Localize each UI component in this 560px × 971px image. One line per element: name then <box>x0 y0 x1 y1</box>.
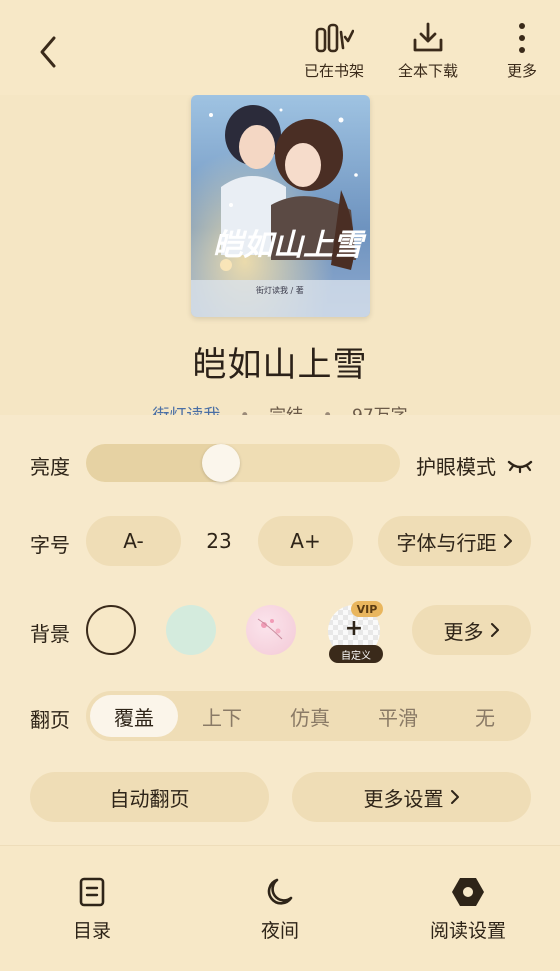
back-arrow-icon <box>40 36 56 68</box>
bottom-nav: 目录 夜间 阅读设置 <box>0 845 560 971</box>
page-turn-option-cover[interactable]: 覆盖 <box>90 691 178 741</box>
brightness-slider-fill <box>86 444 221 482</box>
page-turn-option-simulation[interactable]: 仿真 <box>266 691 354 741</box>
meta-separator: • <box>323 406 333 415</box>
brightness-label: 亮度 <box>30 455 70 479</box>
eye-mode-toggle[interactable]: 护眼模式 <box>416 451 534 480</box>
background-swatch-mint[interactable] <box>166 605 216 655</box>
download-icon <box>413 22 443 52</box>
tab-reading-settings-label: 阅读设置 <box>429 920 506 942</box>
auto-page-turn-label: 自动翻页 <box>109 786 190 811</box>
eye-closed-icon <box>507 460 533 473</box>
eye-mode-label: 护眼模式 <box>416 455 496 479</box>
more-settings-label: 更多设置 <box>363 786 444 811</box>
top-bar: 已在书架 全本下载 更多 <box>0 0 560 95</box>
download-all-label: 全本下载 <box>397 62 458 80</box>
page-turn-option-none[interactable]: 无 <box>442 691 528 741</box>
catalog-icon <box>79 877 105 907</box>
download-all-button[interactable]: 全本下载 <box>388 20 468 81</box>
tab-reading-settings[interactable]: 阅读设置 <box>418 876 518 943</box>
cover-title-art: 皑如山上雪 <box>213 228 367 263</box>
chevron-right-icon <box>450 790 459 804</box>
more-settings-button[interactable]: 更多设置 <box>292 772 531 822</box>
bookshelf-icon <box>315 23 354 53</box>
tab-night[interactable]: 夜间 <box>230 876 330 943</box>
in-shelf-button[interactable]: 已在书架 <box>294 20 374 81</box>
chevron-right-icon <box>503 534 512 548</box>
book-meta: 街灯读我 • 完结 • 97万字 <box>0 401 560 415</box>
background-swatch-sakura[interactable] <box>246 605 296 655</box>
moon-icon <box>267 878 293 905</box>
custom-label: 自定义 <box>329 645 383 663</box>
more-button[interactable]: 更多 <box>482 20 560 81</box>
back-button[interactable] <box>30 30 66 74</box>
font-increase-button[interactable]: A+ <box>258 516 353 566</box>
book-title: 皑如山上雪 <box>192 345 368 385</box>
font-spacing-label: 字体与行距 <box>396 530 497 555</box>
font-size-value: 23 <box>206 529 232 553</box>
more-label: 更多 <box>506 62 537 80</box>
page-turn-option-vertical[interactable]: 上下 <box>178 691 266 741</box>
page-turn-label: 翻页 <box>30 708 70 732</box>
background-swatch-cream-selected[interactable] <box>86 605 136 655</box>
settings-hexagon-icon <box>452 878 484 906</box>
font-size-label: 字号 <box>30 533 70 557</box>
page-turn-segmented-control: 覆盖 上下 仿真 平滑 无 <box>86 691 531 741</box>
in-shelf-label: 已在书架 <box>303 62 364 80</box>
meta-separator: • <box>240 406 250 415</box>
book-status: 完结 <box>269 406 303 415</box>
tab-night-label: 夜间 <box>260 920 299 942</box>
font-decrease-button[interactable]: A- <box>86 516 181 566</box>
page-turn-option-smooth[interactable]: 平滑 <box>354 691 442 741</box>
tab-catalog-label: 目录 <box>72 920 111 942</box>
auto-page-turn-button[interactable]: 自动翻页 <box>30 772 269 822</box>
author-link[interactable]: 街灯读我 <box>152 406 220 415</box>
background-more-button[interactable]: 更多 <box>412 605 531 655</box>
tab-catalog[interactable]: 目录 <box>42 876 142 943</box>
reading-settings-panel: 亮度 护眼模式 字号 A- 23 A+ 字体与行距 背景 + VIP 自定义 更… <box>0 415 560 845</box>
brightness-slider-thumb[interactable] <box>201 444 240 482</box>
cover-illustration: 皑如山上雪 街灯读我 / 著 <box>191 95 370 317</box>
cover-byline: 街灯读我 / 著 <box>256 285 304 295</box>
font-increase-label: A+ <box>290 529 321 553</box>
background-more-label: 更多 <box>443 619 484 644</box>
chevron-right-icon <box>490 623 499 637</box>
background-label: 背景 <box>30 622 70 646</box>
word-count: 97万字 <box>352 406 408 415</box>
vip-badge: VIP <box>351 601 383 617</box>
book-cover[interactable]: 皑如山上雪 街灯读我 / 著 <box>191 95 370 317</box>
book-info-area: 皑如山上雪 街灯读我 / 著 皑如山上雪 街灯读我 • 完结 • 97万字 <box>0 95 560 415</box>
more-vertical-icon <box>519 23 525 53</box>
brightness-slider[interactable] <box>86 444 400 482</box>
sakura-pattern-icon <box>257 618 283 640</box>
font-decrease-label: A- <box>123 529 144 553</box>
font-spacing-button[interactable]: 字体与行距 <box>378 516 531 566</box>
plus-icon: + <box>344 615 364 641</box>
